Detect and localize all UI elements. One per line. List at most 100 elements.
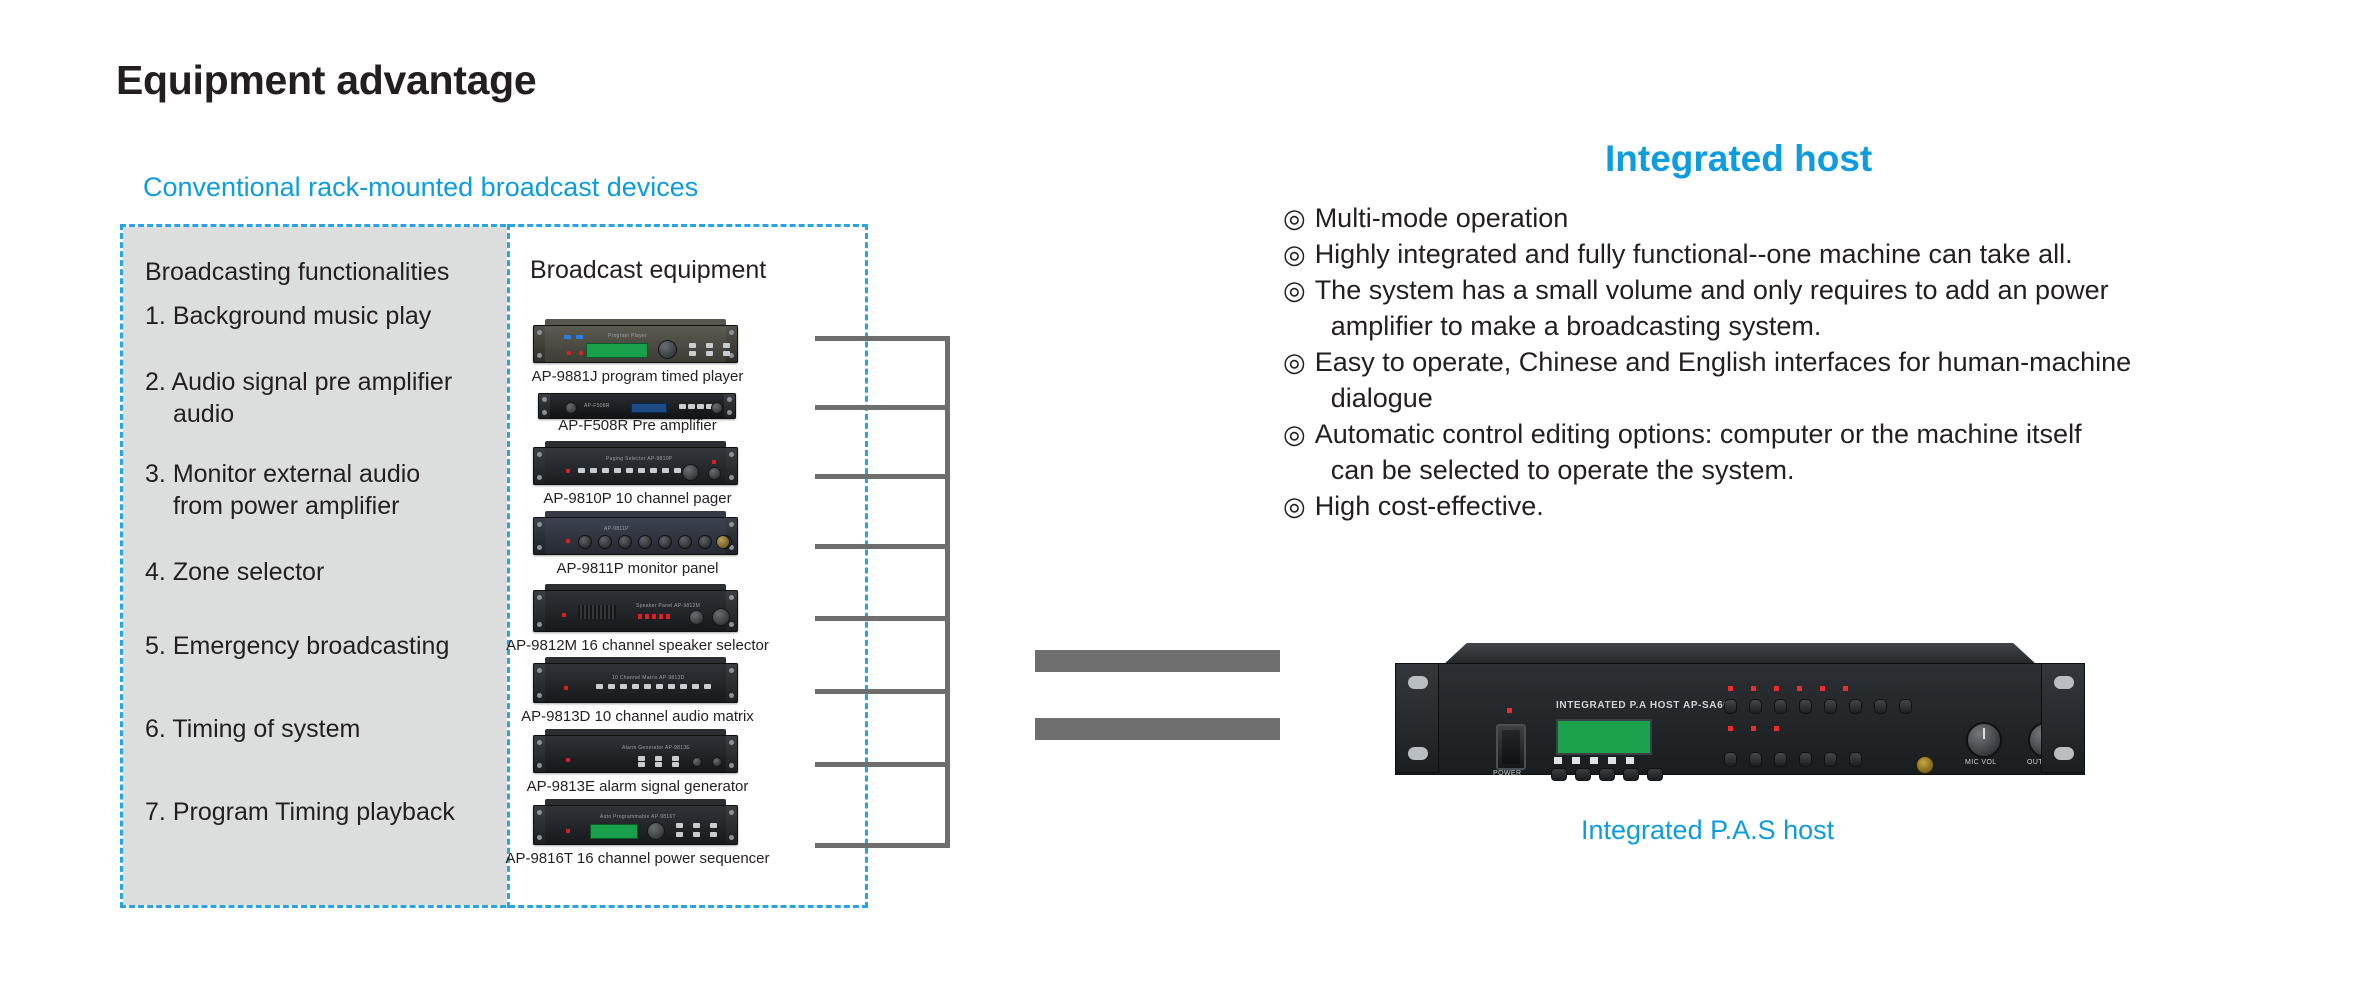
zone-led: [1728, 726, 1733, 731]
power-switch[interactable]: [1496, 724, 1526, 770]
list-item: ◎ Automatic control editing options: com…: [1283, 416, 2338, 488]
list-item: ◎ High cost-effective.: [1283, 488, 2338, 524]
integrated-host-image: INTEGRATED P.A HOST AP-SA600 POWER MIC V…: [1395, 643, 2085, 783]
all-on-button[interactable]: [1874, 699, 1887, 714]
page-title: Equipment advantage: [116, 57, 537, 103]
list-item: ◎ Multi-mode operation: [1283, 200, 2338, 236]
bracket-rung: [815, 474, 950, 479]
zone-button[interactable]: [1799, 699, 1812, 714]
mic-volume-knob[interactable]: [1966, 722, 2002, 758]
bullet-text: High cost-effective.: [1314, 491, 1544, 521]
zone-led: [1820, 686, 1825, 691]
function-number: 5.: [145, 632, 166, 660]
functions-header: Broadcasting functionalities: [145, 258, 450, 286]
function-text: Timing of system: [172, 715, 361, 743]
mic-volume-label: MIC VOL: [1965, 759, 1997, 766]
source-button[interactable]: [1849, 752, 1862, 767]
function-text-cont: audio: [173, 400, 235, 428]
ring-bullet-icon: ◎: [1283, 239, 1306, 269]
zone-led: [1751, 726, 1756, 731]
bracket-rung: [815, 336, 950, 341]
transport-button-row[interactable]: [1551, 768, 1663, 781]
transport-button[interactable]: [1599, 768, 1615, 781]
bracket-rung: [815, 843, 950, 848]
source-button[interactable]: [1774, 752, 1787, 767]
function-text: Zone selector: [172, 558, 325, 586]
function-number: 1.: [145, 302, 166, 330]
play-icon: [1608, 757, 1616, 764]
bracket-spine: [945, 336, 950, 848]
zone-button[interactable]: [1849, 699, 1862, 714]
source-button[interactable]: [1824, 752, 1837, 767]
zone-button-row-top[interactable]: [1724, 699, 1912, 714]
zone-led: [1774, 726, 1779, 731]
equipment-header: Broadcast equipment: [530, 256, 767, 284]
host-caption: Integrated P.A.S host: [1581, 815, 1835, 845]
zone-button[interactable]: [1824, 699, 1837, 714]
source-button[interactable]: [1724, 752, 1737, 767]
function-text: Emergency broadcasting: [172, 632, 450, 660]
zone-led-row-top: [1728, 686, 1848, 691]
device-label: AP-9881J program timed player: [531, 368, 744, 385]
list-item: 6. Timing of system: [145, 713, 490, 745]
function-number: 3.: [145, 460, 166, 488]
equals-bar-top: [1035, 650, 1280, 672]
device-label: AP-9811P monitor panel: [556, 560, 719, 577]
function-text: Background music play: [172, 302, 432, 330]
bullet-text: Automatic control editing options: compu…: [1314, 419, 2082, 485]
bracket-connector: [815, 336, 950, 848]
equals-sign: [1035, 650, 1280, 760]
bullet-text: Easy to operate, Chinese and English int…: [1314, 347, 2132, 413]
device-image-ap-9816t: Auto Programmable AP-9816T: [533, 799, 738, 845]
list-item: 1. Background music play: [145, 300, 490, 332]
transport-button[interactable]: [1647, 768, 1663, 781]
stop-icon: [1626, 757, 1634, 764]
list-item: 4. Zone selector: [145, 556, 490, 588]
rack-ear-left: [1395, 663, 1439, 773]
transport-button[interactable]: [1551, 768, 1567, 781]
zone-button[interactable]: [1749, 699, 1762, 714]
function-text: Monitor external audio: [172, 460, 421, 488]
device-label: AP-9810P 10 channel pager: [543, 490, 732, 507]
repeat-icon: [1554, 757, 1562, 764]
source-button[interactable]: [1749, 752, 1762, 767]
ring-bullet-icon: ◎: [1283, 203, 1306, 233]
equals-bar-bottom: [1035, 718, 1280, 740]
column-divider: [507, 224, 510, 908]
bullet-text: The system has a small volume and only r…: [1314, 275, 2109, 341]
bracket-rung: [815, 544, 950, 549]
ring-bullet-icon: ◎: [1283, 419, 1306, 449]
zone-button[interactable]: [1774, 699, 1787, 714]
zone-button[interactable]: [1724, 699, 1737, 714]
zone-led: [1728, 686, 1733, 691]
list-item: ◎ The system has a small volume and only…: [1283, 272, 2338, 344]
rack-mount-hole: [1408, 747, 1428, 760]
ring-bullet-icon: ◎: [1283, 347, 1306, 377]
source-button[interactable]: [1799, 752, 1812, 767]
function-number: 7.: [145, 798, 166, 826]
list-item: 7. Program Timing playback: [145, 796, 490, 828]
bullet-text: Multi-mode operation: [1314, 203, 1569, 233]
rack-mount-hole: [2054, 747, 2074, 760]
transport-glyph-row: [1554, 757, 1634, 764]
bracket-rung: [815, 762, 950, 767]
mic-jack[interactable]: [1916, 756, 1934, 774]
device-image-ap-9813d: 10 Channel Matrix AP-9813D: [533, 657, 738, 703]
zone-led: [1751, 686, 1756, 691]
host-front-panel: INTEGRATED P.A HOST AP-SA600 POWER MIC V…: [1395, 663, 2085, 781]
right-section-title: Integrated host: [1605, 138, 1873, 179]
zone-led-row-bottom: [1728, 726, 1779, 731]
device-label: AP-9812M 16 channel speaker selector: [506, 637, 769, 654]
transport-button[interactable]: [1623, 768, 1639, 781]
list-item: 2. Audio signal pre amplifier audio: [145, 366, 490, 430]
function-number: 6.: [145, 715, 166, 743]
all-off-button[interactable]: [1899, 699, 1912, 714]
zone-button-row-bottom[interactable]: [1724, 752, 1862, 767]
list-item: ◎ Highly integrated and fully functional…: [1283, 236, 2338, 272]
zone-led: [1843, 686, 1848, 691]
bracket-rung: [815, 405, 950, 410]
left-section-subtitle: Conventional rack-mounted broadcast devi…: [143, 172, 699, 202]
bullet-text: Highly integrated and fully functional--…: [1314, 239, 2073, 269]
transport-button[interactable]: [1575, 768, 1591, 781]
function-number: 4.: [145, 558, 166, 586]
